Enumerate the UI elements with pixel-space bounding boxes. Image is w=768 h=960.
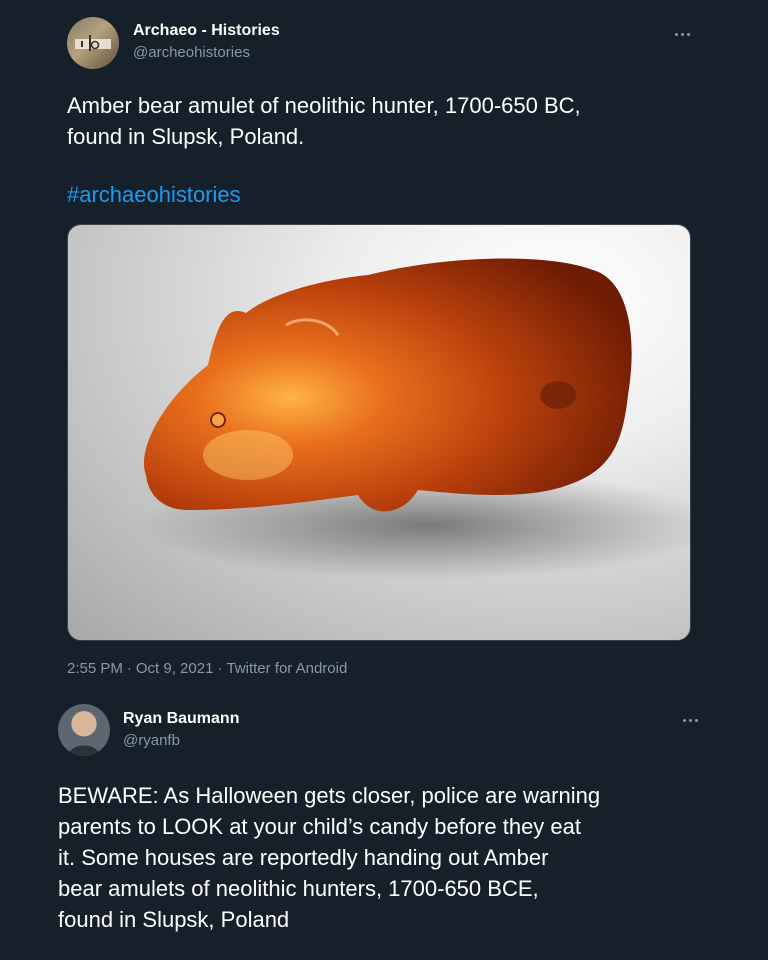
amber-bear-photo-icon [138,258,690,580]
user-portrait-icon [68,713,100,756]
author-name[interactable]: Ryan Baumann [123,710,239,728]
author-handle[interactable]: @ryanfb [123,732,180,749]
more-options-icon[interactable] [676,710,704,730]
separator-dot: · [126,660,132,677]
tweet-time[interactable]: 2:55 PM [67,660,123,677]
user-portrait-avatar[interactable] [58,704,110,756]
tweet-text: BEWARE: As Halloween gets closer, police… [58,783,601,932]
author-name[interactable]: Archaeo - Histories [133,22,280,40]
tweet-date[interactable]: Oct 9, 2021 [136,660,214,677]
tweet-text: Amber bear amulet of neolithic hunter, 1… [67,93,581,149]
archaeo-logo-avatar[interactable] [67,17,119,69]
hashtag-link[interactable]: #archaeohistories [67,179,241,210]
tweet-meta: 2:55 PM · Oct 9, 2021 · Twitter for Android [67,660,347,677]
tweet-original: Archaeo - Histories @archeohistories Amb… [0,0,768,700]
archaeo-logo-icon [75,35,111,51]
separator-dot: · [217,660,223,677]
tweet-source[interactable]: Twitter for Android [226,660,347,677]
more-options-icon[interactable] [668,24,696,44]
tweet-media-image[interactable] [67,224,691,641]
author-handle[interactable]: @archeohistories [133,44,250,61]
